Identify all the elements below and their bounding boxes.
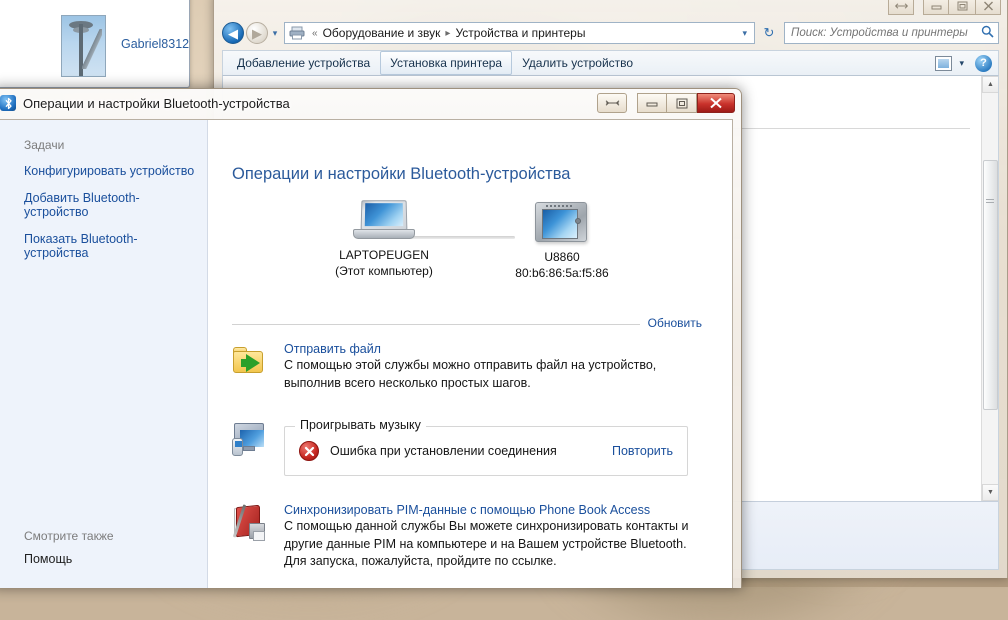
remove-device-button[interactable]: Удалить устройство [512,51,643,75]
task-links: Конфигурировать устройство Добавить Blue… [24,158,197,267]
error-message: Ошибка при установлении соединения [330,444,557,458]
dialog-body: Задачи Конфигурировать устройство Добави… [0,119,733,588]
dialog-maximize-button[interactable] [667,93,697,113]
dialog-sidebar: Задачи Конфигурировать устройство Добави… [0,120,208,588]
address-bar[interactable]: « Оборудование и звук ▸ Устройства и при… [284,22,755,44]
pim-sync-description: С помощью данной службы Вы можете синхро… [284,519,689,568]
dialog-minimize-button[interactable] [637,93,667,113]
refresh-button[interactable]: ↻ [758,22,780,44]
see-also-header: Смотрите также [24,529,114,543]
vertical-scrollbar[interactable]: ▲ ▼ [981,76,998,501]
dialog-title-text: Операции и настройки Bluetooth-устройств… [23,95,290,111]
error-row: Ошибка при установлении соединения Повто… [299,441,673,461]
forward-button[interactable]: ▶ [246,22,268,44]
printer-icon [289,26,305,40]
retry-link[interactable]: Повторить [612,444,673,458]
music-device-icon [232,420,272,460]
remote-device: U8860 80:b6:86:5a:f5:86 [482,200,642,281]
dialog-caption-buttons [597,93,735,113]
play-music-label: Проигрывать музыку [295,418,426,432]
help-icon[interactable]: ? [975,54,992,72]
scroll-up-button[interactable]: ▲ [982,76,998,93]
explorer-address-row: ◀ ▶ ▾ « Оборудование и звук ▸ Устройства… [222,20,999,46]
laptop-icon [353,200,415,242]
local-device-sub: (Этот компьютер) [335,264,433,278]
explorer-caption-buttons [888,0,1001,15]
address-dropdown-icon[interactable]: ▾ [737,28,752,39]
explorer-command-bar: Добавление устройства Установка принтера… [222,50,999,76]
divider-line [232,324,640,325]
scroll-down-button[interactable]: ▼ [982,484,998,501]
service-text: Отправить файл С помощью этой службы мож… [284,342,708,392]
command-bar-right: ▾ ? [935,54,994,72]
username-label: Gabriel831231 [121,37,190,51]
chevron-down-icon[interactable]: ▾ [954,58,969,69]
explorer-restore-button[interactable] [888,0,914,15]
sidebar-item-add-bluetooth-device[interactable]: Добавить Bluetooth-устройство [24,185,197,226]
see-also-section: Смотрите также Помощь [24,529,114,566]
error-icon [299,441,319,461]
explorer-minimize-button[interactable] [923,0,949,15]
dialog-close-button[interactable] [697,93,735,113]
explorer-maximize-button[interactable] [949,0,975,15]
play-music-groupbox: Проигрывать музыку Ошибка при установлен… [284,418,688,476]
refresh-row: Обновить [232,316,702,332]
sidebar-item-configure-device[interactable]: Конфигурировать устройство [24,158,197,185]
service-text: Синхронизировать PIM-данные с помощью Ph… [284,503,708,571]
bluetooth-dialog-window[interactable]: Операции и настройки Bluetooth-устройств… [0,88,742,588]
search-input[interactable] [789,26,981,40]
local-device: LAPTOPEUGEN (Этот компьютер) [304,200,464,279]
send-file-description: С помощью этой службы можно отправить фа… [284,358,657,390]
local-device-name: LAPTOPEUGEN [339,248,429,262]
service-pim-sync: Синхронизировать PIM-данные с помощью Ph… [232,503,708,571]
service-group: Проигрывать музыку Ошибка при установлен… [284,418,708,478]
remote-device-name: U8860 [544,250,580,264]
pim-sync-link[interactable]: Синхронизировать PIM-данные с помощью Ph… [284,503,650,517]
change-view-icon[interactable] [935,55,953,71]
send-file-link[interactable]: Отправить файл [284,342,381,356]
scrollbar-thumb[interactable] [983,160,998,410]
dialog-main-pane: Операции и настройки Bluetooth-устройств… [208,120,732,588]
photo-thumbnail [61,15,106,77]
dialog-title-bar: Операции и настройки Bluetooth-устройств… [0,95,290,111]
add-device-button[interactable]: Добавление устройства [227,51,380,75]
service-play-music: Проигрывать музыку Ошибка при установлен… [232,418,708,478]
tasks-header: Задачи [24,138,65,152]
explorer-close-button[interactable] [975,0,1001,15]
remote-device-address: 80:b6:86:5a:f5:86 [515,266,609,280]
refresh-link[interactable]: Обновить [648,316,702,330]
background-app-window[interactable]: Gabriel831231 [0,0,190,88]
folder-send-icon [232,342,272,382]
search-icon [981,25,994,41]
search-box[interactable] [784,22,999,44]
add-printer-button[interactable]: Установка принтера [380,51,513,75]
sidebar-item-help[interactable]: Помощь [24,552,72,566]
pim-book-icon [232,503,272,543]
back-button[interactable]: ◀ [222,22,244,44]
breadcrumb-item-1[interactable]: Устройства и принтеры [453,26,587,40]
sidebar-item-show-bluetooth-devices[interactable]: Показать Bluetooth-устройства [24,226,197,267]
tower-arm [82,29,102,69]
service-send-file: Отправить файл С помощью этой службы мож… [232,342,708,392]
device-pair-diagram: LAPTOPEUGEN (Этот компьютер) U8860 80:b6… [232,200,702,295]
page-title: Операции и настройки Bluetooth-устройств… [232,165,571,183]
dialog-resize-button[interactable] [597,93,627,113]
tablet-icon [533,200,591,244]
recent-pages-dropdown[interactable]: ▾ [268,22,282,44]
breadcrumb-separator: ▸ [445,27,451,39]
breadcrumb-overflow[interactable]: « [309,28,321,39]
bluetooth-icon [0,95,16,111]
scrollbar-grip [986,199,994,205]
breadcrumb-item-0[interactable]: Оборудование и звук [321,26,443,40]
